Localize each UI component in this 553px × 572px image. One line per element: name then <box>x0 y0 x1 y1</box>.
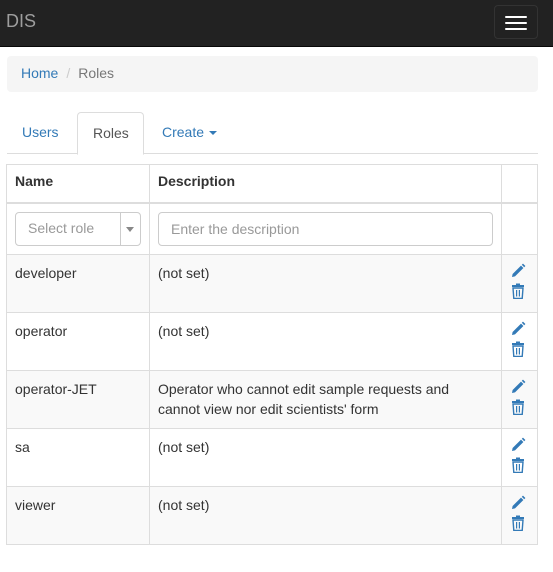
tab-create-label: Create <box>162 124 205 140</box>
table-row: developer (not set) <box>6 254 538 313</box>
tab-roles-label: Roles <box>93 125 129 141</box>
cell-role-name: developer <box>6 254 150 313</box>
trash-icon[interactable] <box>510 399 526 416</box>
caret-down-icon <box>209 131 218 136</box>
cell-row-actions <box>501 254 538 313</box>
role-description: Operator who cannot edit sample requests… <box>158 381 450 417</box>
tab-create-dropdown[interactable]: Create <box>147 112 232 154</box>
pencil-icon[interactable] <box>510 495 526 511</box>
role-name: operator <box>15 323 68 339</box>
trash-icon[interactable] <box>510 341 526 358</box>
role-name: operator-JET <box>15 381 97 397</box>
breadcrumb-separator: / <box>66 65 71 81</box>
breadcrumb: Home / Roles <box>7 56 538 92</box>
role-description: (not set) <box>158 497 210 513</box>
column-header-name-label: Name <box>15 173 54 189</box>
description-filter-input[interactable] <box>158 211 493 246</box>
filter-cell-actions <box>501 202 538 255</box>
cell-role-name: operator <box>6 312 150 371</box>
hamburger-icon <box>505 16 527 18</box>
role-description: (not set) <box>158 323 210 339</box>
table-row: operator (not set) <box>6 312 538 371</box>
pencil-icon[interactable] <box>510 263 526 279</box>
cell-role-description: Operator who cannot edit sample requests… <box>149 370 502 429</box>
role-select-placeholder: Select role <box>28 219 95 236</box>
trash-icon[interactable] <box>510 283 526 300</box>
cell-role-name: sa <box>6 428 150 487</box>
tabs-nav: Users Roles Create <box>7 112 538 155</box>
trash-icon[interactable] <box>510 457 526 474</box>
table-row: viewer (not set) <box>6 486 538 545</box>
column-header-description-label: Description <box>158 173 236 189</box>
role-description: (not set) <box>158 439 210 455</box>
table-row: operator-JET Operator who cannot edit sam… <box>6 370 538 429</box>
cell-role-name: viewer <box>6 486 150 545</box>
filter-cell-description <box>149 202 502 255</box>
cell-role-description: (not set) <box>149 254 502 313</box>
tab-roles[interactable]: Roles <box>77 112 144 155</box>
cell-row-actions <box>501 486 538 545</box>
cell-role-name: operator-JET <box>6 370 150 429</box>
role-description: (not set) <box>158 265 210 281</box>
cell-role-description: (not set) <box>149 428 502 487</box>
pencil-icon[interactable] <box>510 437 526 453</box>
top-navbar: DIS <box>0 0 553 47</box>
column-header-description[interactable]: Description <box>149 164 502 204</box>
tab-users-label: Users <box>22 124 59 140</box>
role-name: developer <box>15 265 77 281</box>
trash-icon[interactable] <box>510 515 526 532</box>
brand-logo[interactable]: DIS <box>6 11 36 32</box>
role-name: sa <box>15 439 30 455</box>
pencil-icon[interactable] <box>510 379 526 395</box>
role-select[interactable]: Select role <box>15 211 141 246</box>
navbar-toggle-button[interactable] <box>494 5 538 39</box>
column-header-actions <box>501 164 538 204</box>
role-select-toggle[interactable] <box>120 212 140 245</box>
tab-users[interactable]: Users <box>7 112 74 154</box>
role-name: viewer <box>15 497 56 513</box>
hamburger-icon-bar <box>505 22 527 24</box>
breadcrumb-current: Roles <box>78 65 115 81</box>
filter-cell-name: Select role <box>6 202 150 255</box>
cell-role-description: (not set) <box>149 486 502 545</box>
cell-role-description: (not set) <box>149 312 502 371</box>
breadcrumb-home-link[interactable]: Home <box>21 65 58 81</box>
pencil-icon[interactable] <box>510 321 526 337</box>
caret-down-icon <box>126 226 134 232</box>
cell-row-actions <box>501 428 538 487</box>
hamburger-icon-bar <box>505 28 527 30</box>
cell-row-actions <box>501 312 538 371</box>
roles-table: Name Description Select role developer (n… <box>6 164 538 545</box>
table-row: sa (not set) <box>6 428 538 487</box>
cell-row-actions <box>501 370 538 429</box>
column-header-name[interactable]: Name <box>6 164 150 204</box>
